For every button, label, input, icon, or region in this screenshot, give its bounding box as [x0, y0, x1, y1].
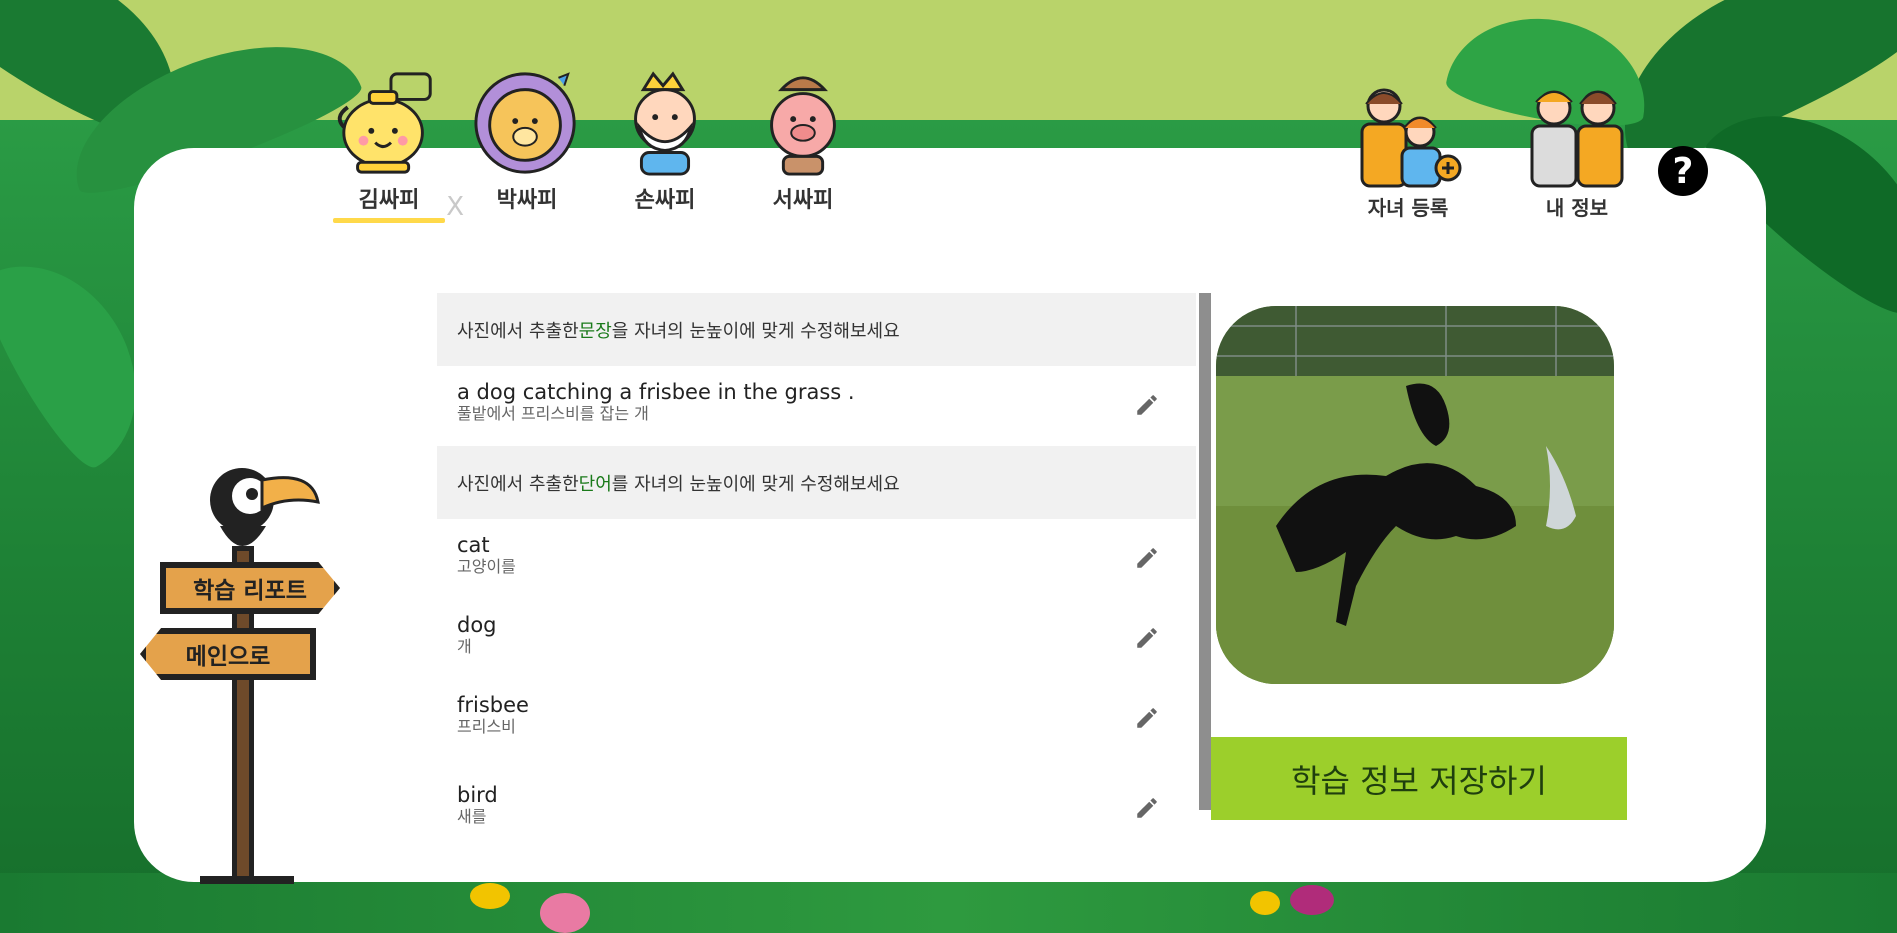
save-learning-info-button[interactable]: 학습 정보 저장하기	[1211, 737, 1627, 820]
my-info-button[interactable]: 내 정보	[1524, 82, 1630, 221]
add-family-icon	[1360, 88, 1462, 188]
main-menu-sign[interactable]: 메인으로	[140, 628, 316, 680]
king-avatar	[610, 64, 720, 182]
signpost-base	[200, 876, 294, 884]
toucan-icon	[210, 468, 320, 546]
tab-child-4[interactable]: 서싸피	[734, 64, 872, 223]
pig-avatar	[748, 64, 858, 182]
word-en: bird	[457, 783, 498, 807]
signpost: 학습 리포트 메인으로	[140, 456, 350, 886]
list-item: dog 개	[437, 599, 1196, 679]
word-en: frisbee	[457, 693, 529, 717]
word-en: dog	[457, 613, 497, 637]
list-item: frisbee 프리스비	[437, 679, 1196, 759]
word-ko: 고양이를	[457, 557, 516, 576]
header-text: 를 자녀의 눈높이에 맞게 수정해보세요	[611, 473, 900, 495]
child-name: 서싸피	[772, 188, 834, 213]
edit-list: 사진에서 추출한 문장 을 자녀의 눈높이에 맞게 수정해보세요 a dog ca…	[437, 293, 1196, 839]
tab-child-3[interactable]: 손싸피	[596, 64, 734, 223]
edit-pencil-icon[interactable]	[1134, 795, 1160, 821]
active-tab-underline	[333, 218, 445, 223]
list-item: cat 고양이를	[437, 519, 1196, 599]
child-tabs: 김싸피 X 박싸피 손싸피 서싸피	[320, 64, 872, 223]
word-ko: 프리스비	[457, 717, 516, 736]
sentence-ko: 풀밭에서 프리스비를 잡는 개	[457, 404, 649, 423]
edit-pencil-icon[interactable]	[1134, 705, 1160, 731]
help-icon[interactable]: ?	[1658, 146, 1708, 196]
tab-child-2[interactable]: 박싸피	[458, 64, 596, 223]
sentence-section-header: 사진에서 추출한 문장 을 자녀의 눈높이에 맞게 수정해보세요	[437, 293, 1196, 366]
word-section-header: 사진에서 추출한 단어 를 자녀의 눈높이에 맞게 수정해보세요	[437, 446, 1196, 519]
genie-lamp-avatar	[334, 64, 444, 182]
word-ko: 새를	[457, 807, 487, 826]
child-name: 김싸피	[358, 188, 420, 213]
learning-report-sign[interactable]: 학습 리포트	[160, 562, 340, 614]
header-text: 사진에서 추출한	[457, 473, 579, 495]
header-text: 을 자녀의 눈높이에 맞게 수정해보세요	[611, 320, 900, 342]
list-scrollbar[interactable]	[1199, 293, 1211, 810]
word-en: cat	[457, 533, 490, 557]
sentence-item: a dog catching a frisbee in the grass . …	[437, 366, 1196, 446]
sentence-en: a dog catching a frisbee in the grass .	[457, 380, 855, 404]
header-text: 사진에서 추출한	[457, 320, 579, 342]
edit-pencil-icon[interactable]	[1134, 625, 1160, 651]
header-highlight: 문장	[578, 320, 612, 342]
uploaded-photo	[1216, 306, 1614, 684]
child-name: 박싸피	[496, 188, 558, 213]
tab-child-1[interactable]: 김싸피 X	[320, 64, 464, 223]
register-child-label: 자녀 등록	[1367, 196, 1449, 220]
header-actions: 자녀 등록 내 정보	[1350, 82, 1630, 221]
word-ko: 개	[457, 637, 472, 656]
my-info-label: 내 정보	[1545, 196, 1609, 220]
register-child-button[interactable]: 자녀 등록	[1350, 82, 1466, 221]
list-item: bird 새를	[437, 759, 1196, 839]
header-highlight: 단어	[578, 473, 612, 495]
lion-avatar	[472, 64, 582, 182]
edit-pencil-icon[interactable]	[1134, 545, 1160, 571]
edit-pencil-icon[interactable]	[1134, 392, 1160, 418]
parents-icon	[1530, 90, 1624, 188]
child-name: 손싸피	[634, 188, 696, 213]
